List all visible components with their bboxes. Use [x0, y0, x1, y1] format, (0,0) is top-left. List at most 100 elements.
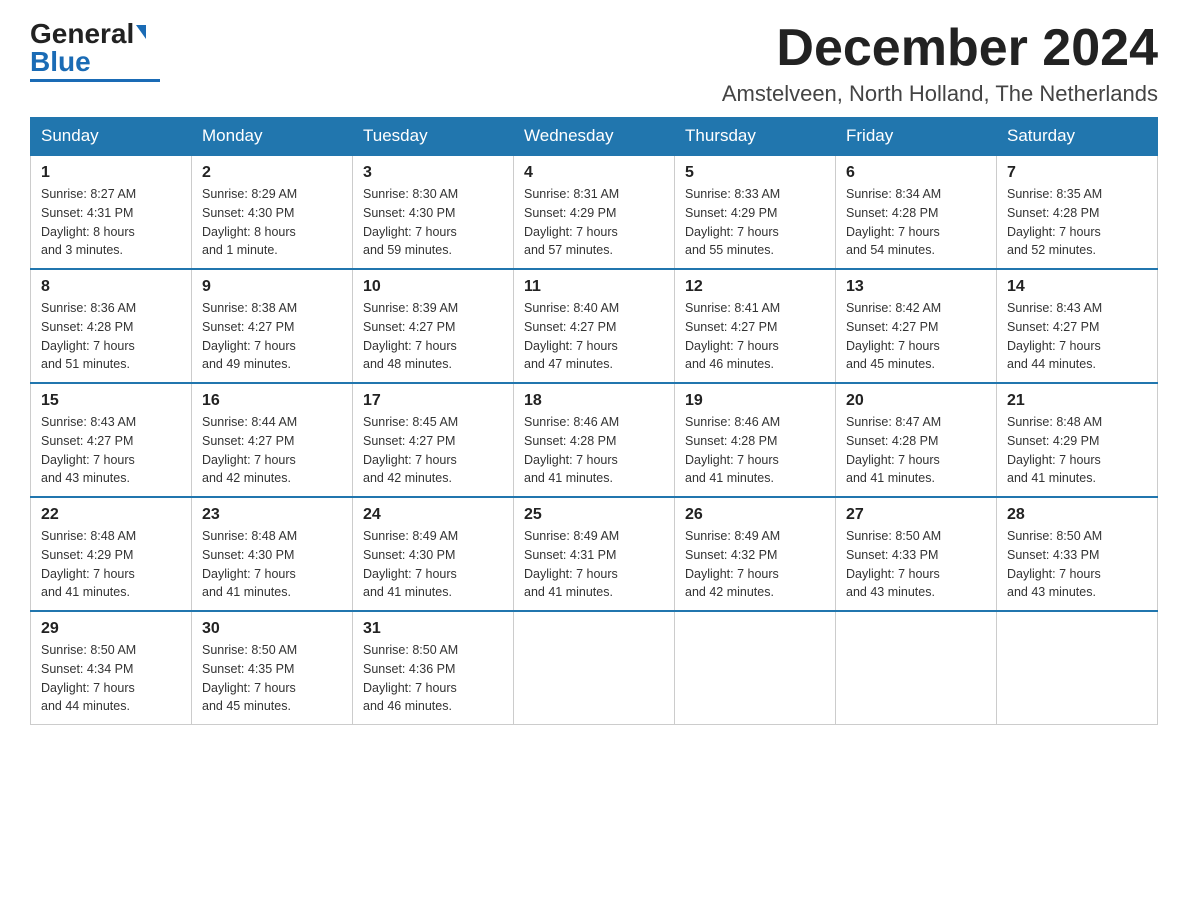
day-info: Sunrise: 8:29 AMSunset: 4:30 PMDaylight:… [202, 185, 342, 260]
day-number: 19 [685, 392, 825, 410]
day-number: 16 [202, 392, 342, 410]
day-number: 25 [524, 506, 664, 524]
logo-underline [30, 79, 160, 82]
weekday-header-saturday: Saturday [997, 118, 1158, 156]
day-info: Sunrise: 8:41 AMSunset: 4:27 PMDaylight:… [685, 299, 825, 374]
day-info: Sunrise: 8:33 AMSunset: 4:29 PMDaylight:… [685, 185, 825, 260]
calendar-day-cell: 5 Sunrise: 8:33 AMSunset: 4:29 PMDaylight… [675, 155, 836, 269]
day-number: 26 [685, 506, 825, 524]
calendar-day-cell: 27 Sunrise: 8:50 AMSunset: 4:33 PMDayligh… [836, 497, 997, 611]
calendar-week-row: 8Sunrise: 8:36 AMSunset: 4:28 PMDaylight… [31, 269, 1158, 383]
day-number: 4 [524, 164, 664, 182]
calendar-day-cell: 25Sunrise: 8:49 AMSunset: 4:31 PMDayligh… [514, 497, 675, 611]
day-number: 13 [846, 278, 986, 296]
title-block: December 2024 Amstelveen, North Holland,… [722, 20, 1158, 107]
day-number: 15 [41, 392, 181, 410]
calendar-day-cell: 10Sunrise: 8:39 AMSunset: 4:27 PMDayligh… [353, 269, 514, 383]
day-info: Sunrise: 8:44 AMSunset: 4:27 PMDaylight:… [202, 413, 342, 488]
day-number: 18 [524, 392, 664, 410]
day-number: 30 [202, 620, 342, 638]
day-info: Sunrise: 8:49 AMSunset: 4:32 PMDaylight:… [685, 527, 825, 602]
calendar-day-cell: 11 Sunrise: 8:40 AMSunset: 4:27 PMDayligh… [514, 269, 675, 383]
calendar-day-cell: 17 Sunrise: 8:45 AMSunset: 4:27 PMDayligh… [353, 383, 514, 497]
day-info: Sunrise: 8:50 AMSunset: 4:33 PMDaylight:… [1007, 527, 1147, 602]
weekday-header-tuesday: Tuesday [353, 118, 514, 156]
day-info: Sunrise: 8:43 AMSunset: 4:27 PMDaylight:… [1007, 299, 1147, 374]
day-number: 24 [363, 506, 503, 524]
calendar-day-cell: 2Sunrise: 8:29 AMSunset: 4:30 PMDaylight… [192, 155, 353, 269]
day-number: 11 [524, 278, 664, 296]
day-number: 31 [363, 620, 503, 638]
calendar-day-cell: 29Sunrise: 8:50 AMSunset: 4:34 PMDayligh… [31, 611, 192, 725]
day-info: Sunrise: 8:46 AMSunset: 4:28 PMDaylight:… [524, 413, 664, 488]
day-number: 6 [846, 164, 986, 182]
calendar-day-cell: 15 Sunrise: 8:43 AMSunset: 4:27 PMDayligh… [31, 383, 192, 497]
day-number: 7 [1007, 164, 1147, 182]
calendar-day-cell: 31 Sunrise: 8:50 AMSunset: 4:36 PMDayligh… [353, 611, 514, 725]
day-info: Sunrise: 8:39 AMSunset: 4:27 PMDaylight:… [363, 299, 503, 374]
calendar-day-cell: 18 Sunrise: 8:46 AMSunset: 4:28 PMDayligh… [514, 383, 675, 497]
day-info: Sunrise: 8:50 AMSunset: 4:36 PMDaylight:… [363, 641, 503, 716]
calendar-day-cell: 1Sunrise: 8:27 AMSunset: 4:31 PMDaylight… [31, 155, 192, 269]
calendar-day-cell: 21 Sunrise: 8:48 AMSunset: 4:29 PMDayligh… [997, 383, 1158, 497]
day-info: Sunrise: 8:35 AMSunset: 4:28 PMDaylight:… [1007, 185, 1147, 260]
calendar-week-row: 22Sunrise: 8:48 AMSunset: 4:29 PMDayligh… [31, 497, 1158, 611]
empty-cell [997, 611, 1158, 725]
calendar-day-cell: 24 Sunrise: 8:49 AMSunset: 4:30 PMDayligh… [353, 497, 514, 611]
month-title: December 2024 [722, 20, 1158, 77]
day-info: Sunrise: 8:40 AMSunset: 4:27 PMDaylight:… [524, 299, 664, 374]
day-number: 28 [1007, 506, 1147, 524]
day-info: Sunrise: 8:45 AMSunset: 4:27 PMDaylight:… [363, 413, 503, 488]
day-info: Sunrise: 8:50 AMSunset: 4:33 PMDaylight:… [846, 527, 986, 602]
calendar-day-cell: 30 Sunrise: 8:50 AMSunset: 4:35 PMDayligh… [192, 611, 353, 725]
empty-cell [514, 611, 675, 725]
day-number: 1 [41, 164, 181, 182]
calendar-day-cell: 19 Sunrise: 8:46 AMSunset: 4:28 PMDayligh… [675, 383, 836, 497]
day-number: 5 [685, 164, 825, 182]
day-info: Sunrise: 8:34 AMSunset: 4:28 PMDaylight:… [846, 185, 986, 260]
day-info: Sunrise: 8:49 AMSunset: 4:30 PMDaylight:… [363, 527, 503, 602]
day-number: 22 [41, 506, 181, 524]
calendar-day-cell: 7 Sunrise: 8:35 AMSunset: 4:28 PMDaylight… [997, 155, 1158, 269]
day-info: Sunrise: 8:31 AMSunset: 4:29 PMDaylight:… [524, 185, 664, 260]
day-info: Sunrise: 8:36 AMSunset: 4:28 PMDaylight:… [41, 299, 181, 374]
empty-cell [675, 611, 836, 725]
day-number: 23 [202, 506, 342, 524]
calendar-week-row: 29Sunrise: 8:50 AMSunset: 4:34 PMDayligh… [31, 611, 1158, 725]
weekday-header-sunday: Sunday [31, 118, 192, 156]
weekday-header-wednesday: Wednesday [514, 118, 675, 156]
day-info: Sunrise: 8:48 AMSunset: 4:30 PMDaylight:… [202, 527, 342, 602]
logo-blue-text: Blue [30, 48, 91, 76]
weekday-header-thursday: Thursday [675, 118, 836, 156]
day-info: Sunrise: 8:48 AMSunset: 4:29 PMDaylight:… [1007, 413, 1147, 488]
day-number: 21 [1007, 392, 1147, 410]
logo-general-text: General [30, 20, 134, 48]
page-header: General Blue December 2024 Amstelveen, N… [30, 20, 1158, 107]
day-info: Sunrise: 8:47 AMSunset: 4:28 PMDaylight:… [846, 413, 986, 488]
calendar-day-cell: 26 Sunrise: 8:49 AMSunset: 4:32 PMDayligh… [675, 497, 836, 611]
day-number: 27 [846, 506, 986, 524]
day-info: Sunrise: 8:46 AMSunset: 4:28 PMDaylight:… [685, 413, 825, 488]
calendar-day-cell: 14 Sunrise: 8:43 AMSunset: 4:27 PMDayligh… [997, 269, 1158, 383]
calendar-day-cell: 13 Sunrise: 8:42 AMSunset: 4:27 PMDayligh… [836, 269, 997, 383]
day-number: 17 [363, 392, 503, 410]
day-number: 29 [41, 620, 181, 638]
calendar-table: SundayMondayTuesdayWednesdayThursdayFrid… [30, 117, 1158, 725]
day-info: Sunrise: 8:30 AMSunset: 4:30 PMDaylight:… [363, 185, 503, 260]
day-number: 3 [363, 164, 503, 182]
weekday-header-friday: Friday [836, 118, 997, 156]
day-info: Sunrise: 8:43 AMSunset: 4:27 PMDaylight:… [41, 413, 181, 488]
logo-triangle-icon [136, 25, 146, 39]
calendar-day-cell: 16 Sunrise: 8:44 AMSunset: 4:27 PMDayligh… [192, 383, 353, 497]
day-info: Sunrise: 8:38 AMSunset: 4:27 PMDaylight:… [202, 299, 342, 374]
day-info: Sunrise: 8:42 AMSunset: 4:27 PMDaylight:… [846, 299, 986, 374]
day-info: Sunrise: 8:50 AMSunset: 4:35 PMDaylight:… [202, 641, 342, 716]
calendar-day-cell: 28 Sunrise: 8:50 AMSunset: 4:33 PMDayligh… [997, 497, 1158, 611]
calendar-day-cell: 3 Sunrise: 8:30 AMSunset: 4:30 PMDaylight… [353, 155, 514, 269]
empty-cell [836, 611, 997, 725]
day-number: 14 [1007, 278, 1147, 296]
calendar-day-cell: 23 Sunrise: 8:48 AMSunset: 4:30 PMDayligh… [192, 497, 353, 611]
calendar-day-cell: 9Sunrise: 8:38 AMSunset: 4:27 PMDaylight… [192, 269, 353, 383]
calendar-day-cell: 12Sunrise: 8:41 AMSunset: 4:27 PMDayligh… [675, 269, 836, 383]
calendar-day-cell: 8Sunrise: 8:36 AMSunset: 4:28 PMDaylight… [31, 269, 192, 383]
